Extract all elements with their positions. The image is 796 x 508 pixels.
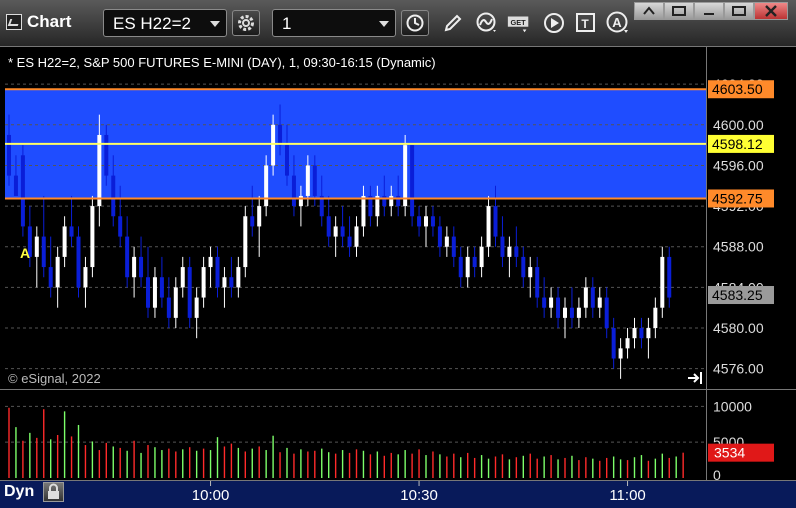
link-window-icon xyxy=(672,6,686,16)
maximize-icon xyxy=(732,6,746,16)
chevron-down-icon[interactable] xyxy=(210,21,220,27)
copyright-text: © eSignal, 2022 xyxy=(8,371,101,386)
toolbar: Chart ES H22=2 1 GET T A xyxy=(0,0,796,47)
dynamic-mode-label[interactable]: Dyn xyxy=(4,483,34,501)
minimize-button[interactable] xyxy=(694,2,724,20)
study-curve-icon xyxy=(476,12,496,32)
interval-input[interactable]: 1 xyxy=(272,9,396,37)
text-tool-button[interactable]: T xyxy=(573,10,599,36)
symbol-value: ES H22=2 xyxy=(113,14,191,33)
lock-icon xyxy=(48,483,59,499)
link-button[interactable] xyxy=(664,2,694,20)
close-button[interactable] xyxy=(754,2,788,20)
svg-text:T: T xyxy=(581,17,589,31)
symbol-input[interactable]: ES H22=2 xyxy=(103,9,227,37)
close-icon xyxy=(765,5,777,17)
chart-window: Chart ES H22=2 1 GET T A 4576.00 4580.00… xyxy=(0,0,796,508)
lock-button[interactable] xyxy=(43,482,64,502)
play-icon xyxy=(544,13,564,33)
play-button[interactable] xyxy=(541,10,567,36)
window-title-text: Chart xyxy=(27,12,72,31)
minimize-icon xyxy=(704,13,714,15)
get-data-button[interactable]: GET xyxy=(506,10,532,36)
clock-icon xyxy=(406,14,424,32)
chart-info-line: * ES H22=2, S&P 500 FUTURES E-MINI (DAY)… xyxy=(8,55,436,70)
chevron-down-icon[interactable] xyxy=(379,21,389,27)
alert-button[interactable]: A xyxy=(605,10,631,36)
pencil-icon xyxy=(444,14,462,32)
text-tool-icon: T xyxy=(576,13,595,32)
chart-area[interactable] xyxy=(0,47,796,508)
settings-gear-button[interactable] xyxy=(232,10,260,36)
window-title: Chart xyxy=(6,12,71,32)
collapse-button[interactable] xyxy=(634,2,664,20)
chart-app-icon xyxy=(6,14,22,30)
svg-text:A: A xyxy=(612,15,622,30)
get-data-icon: GET xyxy=(507,16,529,33)
collapse-icon xyxy=(643,6,655,15)
svg-text:GET: GET xyxy=(510,18,526,27)
alert-icon: A xyxy=(606,11,628,33)
draw-tool-button[interactable] xyxy=(440,10,466,36)
maximize-button[interactable] xyxy=(724,2,754,20)
interval-value: 1 xyxy=(282,14,292,33)
studies-button[interactable] xyxy=(474,10,500,36)
settings-gear-icon xyxy=(238,15,254,31)
time-template-button[interactable] xyxy=(401,10,429,36)
